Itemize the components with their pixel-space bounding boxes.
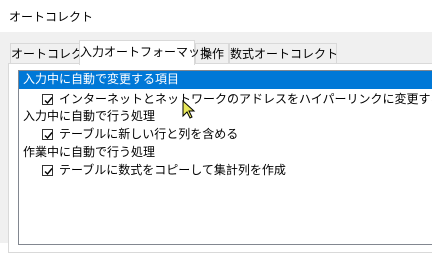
list-item-header-selected[interactable]: 入力中に自動で変更する項目	[19, 71, 432, 89]
checkbox[interactable]	[42, 165, 53, 176]
checkmark-icon	[44, 97, 53, 105]
tab-math-autocorrect[interactable]: 数式オートコレクト	[229, 43, 338, 63]
mouse-cursor-icon	[182, 100, 196, 119]
list-header-label: 入力中に自動で変更する項目	[23, 72, 180, 86]
list-item-label: インターネットとネットワークのアドレスをハイパーリンクに変更する	[59, 92, 432, 106]
window-title: オートコレクト	[9, 10, 94, 24]
section-label: 入力中に自動で行う処理	[23, 109, 156, 123]
section-label: 作業中に自動で行う処理	[23, 145, 156, 159]
list-item-label: テーブルに数式をコピーして集計列を作成	[59, 163, 286, 177]
tab-autocorrect[interactable]: オートコレクト	[10, 43, 95, 63]
options-list[interactable]: 入力中に自動で変更する項目 インターネットとネットワークのアドレスをハイパーリン…	[18, 70, 432, 245]
checkmark-icon	[44, 168, 53, 176]
checkmark-icon	[44, 132, 53, 140]
checkbox[interactable]	[42, 129, 53, 140]
checkbox[interactable]	[42, 94, 53, 105]
tab-autoformat-as-you-type[interactable]: 入力オートフォーマット	[79, 40, 212, 65]
title-bar: オートコレクト	[0, 0, 432, 32]
list-item-label: テーブルに新しい行と列を含める	[59, 127, 239, 141]
